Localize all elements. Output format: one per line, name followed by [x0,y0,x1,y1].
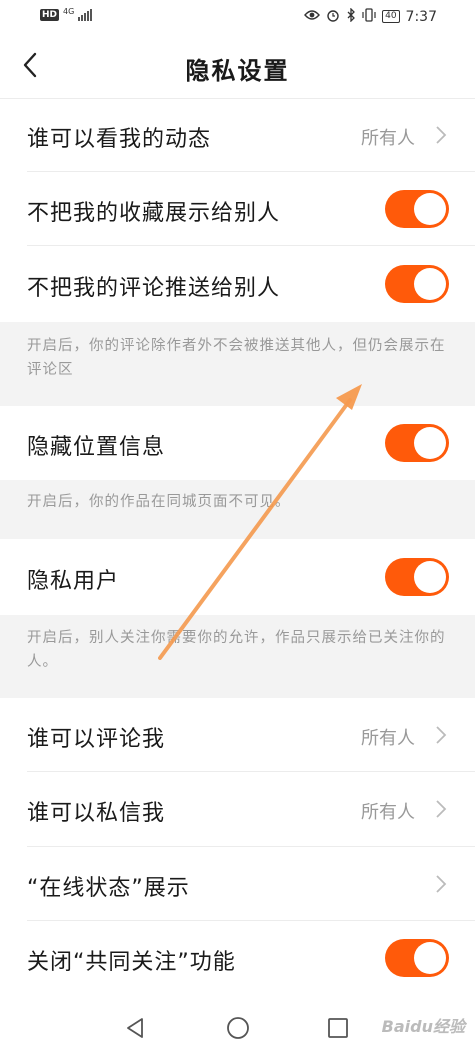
signal-icon [78,9,93,21]
row-hide-comments: 不把我的评论推送给别人 [0,246,475,322]
alarm-icon [326,8,340,25]
private-user-note: 开启后，别人关注你需要你的允许，作品只展示给已关注你的人。 [0,615,475,698]
hide-comments-toggle[interactable] [385,265,449,303]
row-who-can-message[interactable]: 谁可以私信我 所有人 [0,772,475,847]
row-hide-location: 隐藏位置信息 [0,406,475,480]
row-value: 所有人 [361,128,415,149]
note-text: 开启后，别人关注你需要你的允许，作品只展示给已关注你的人。 [27,630,446,670]
clock: 7:37 [405,8,437,25]
note-text: 开启后，你的评论除作者外不会被推送其他人，但仍会展示在评论区 [27,338,446,378]
row-who-can-see[interactable]: 谁可以看我的动态 所有人 [0,99,475,172]
chevron-right-icon [435,799,447,819]
network-type: 4G [63,7,75,16]
row-label: 谁可以评论我 [27,727,166,752]
status-right: 40 7:37 [304,7,437,25]
back-triangle-icon[interactable] [124,1016,146,1044]
toggle-knob [414,942,446,974]
row-value: 所有人 [361,728,415,749]
toggle-knob [414,561,446,593]
toggle-knob [414,268,446,300]
chevron-right-icon [435,725,447,745]
row-label: 谁可以看我的动态 [27,127,212,152]
battery-icon: 40 [382,10,400,23]
row-label: 不把我的收藏展示给别人 [27,201,281,226]
note-text: 开启后，你的作品在同城页面不可见。 [27,494,291,510]
private-user-toggle[interactable] [385,558,449,596]
mutual-follow-toggle[interactable] [385,939,449,977]
recents-square-icon[interactable] [326,1016,350,1044]
hide-comments-note: 开启后，你的评论除作者外不会被推送其他人，但仍会展示在评论区 [0,322,475,406]
hide-favorites-toggle[interactable] [385,190,449,228]
row-value: 所有人 [361,802,415,823]
row-label: 不把我的评论推送给别人 [27,276,281,301]
toggle-knob [414,427,446,459]
hide-location-note: 开启后，你的作品在同城页面不可见。 [0,480,475,539]
watermark: Baidu经验 [381,1017,465,1036]
vibrate-icon [362,8,376,25]
row-who-can-comment[interactable]: 谁可以评论我 所有人 [0,698,475,772]
bluetooth-icon [346,7,356,25]
row-online-status[interactable]: “在线状态”展示 [0,847,475,921]
hd-badge: HD [40,9,60,21]
row-label: 隐私用户 [27,569,120,594]
row-mutual-follow: 关闭“共同关注”功能 [0,921,475,996]
row-label: 关闭“共同关注”功能 [27,950,236,975]
toggle-knob [414,193,446,225]
page-title: 隐私设置 [185,57,290,85]
eye-icon [304,9,321,24]
status-bar: HD 4G 40 7:37 [0,0,475,34]
chevron-right-icon [435,874,447,894]
home-circle-icon[interactable] [226,1016,250,1044]
row-label: 谁可以私信我 [27,801,166,826]
row-hide-favorites: 不把我的收藏展示给别人 [0,172,475,246]
hide-location-toggle[interactable] [385,424,449,462]
status-left: HD 4G [40,7,93,21]
chevron-right-icon [435,125,447,145]
row-label: “在线状态”展示 [27,876,190,901]
row-label: 隐藏位置信息 [27,435,166,460]
row-private-user: 隐私用户 [0,539,475,615]
header: 隐私设置 [0,34,475,99]
